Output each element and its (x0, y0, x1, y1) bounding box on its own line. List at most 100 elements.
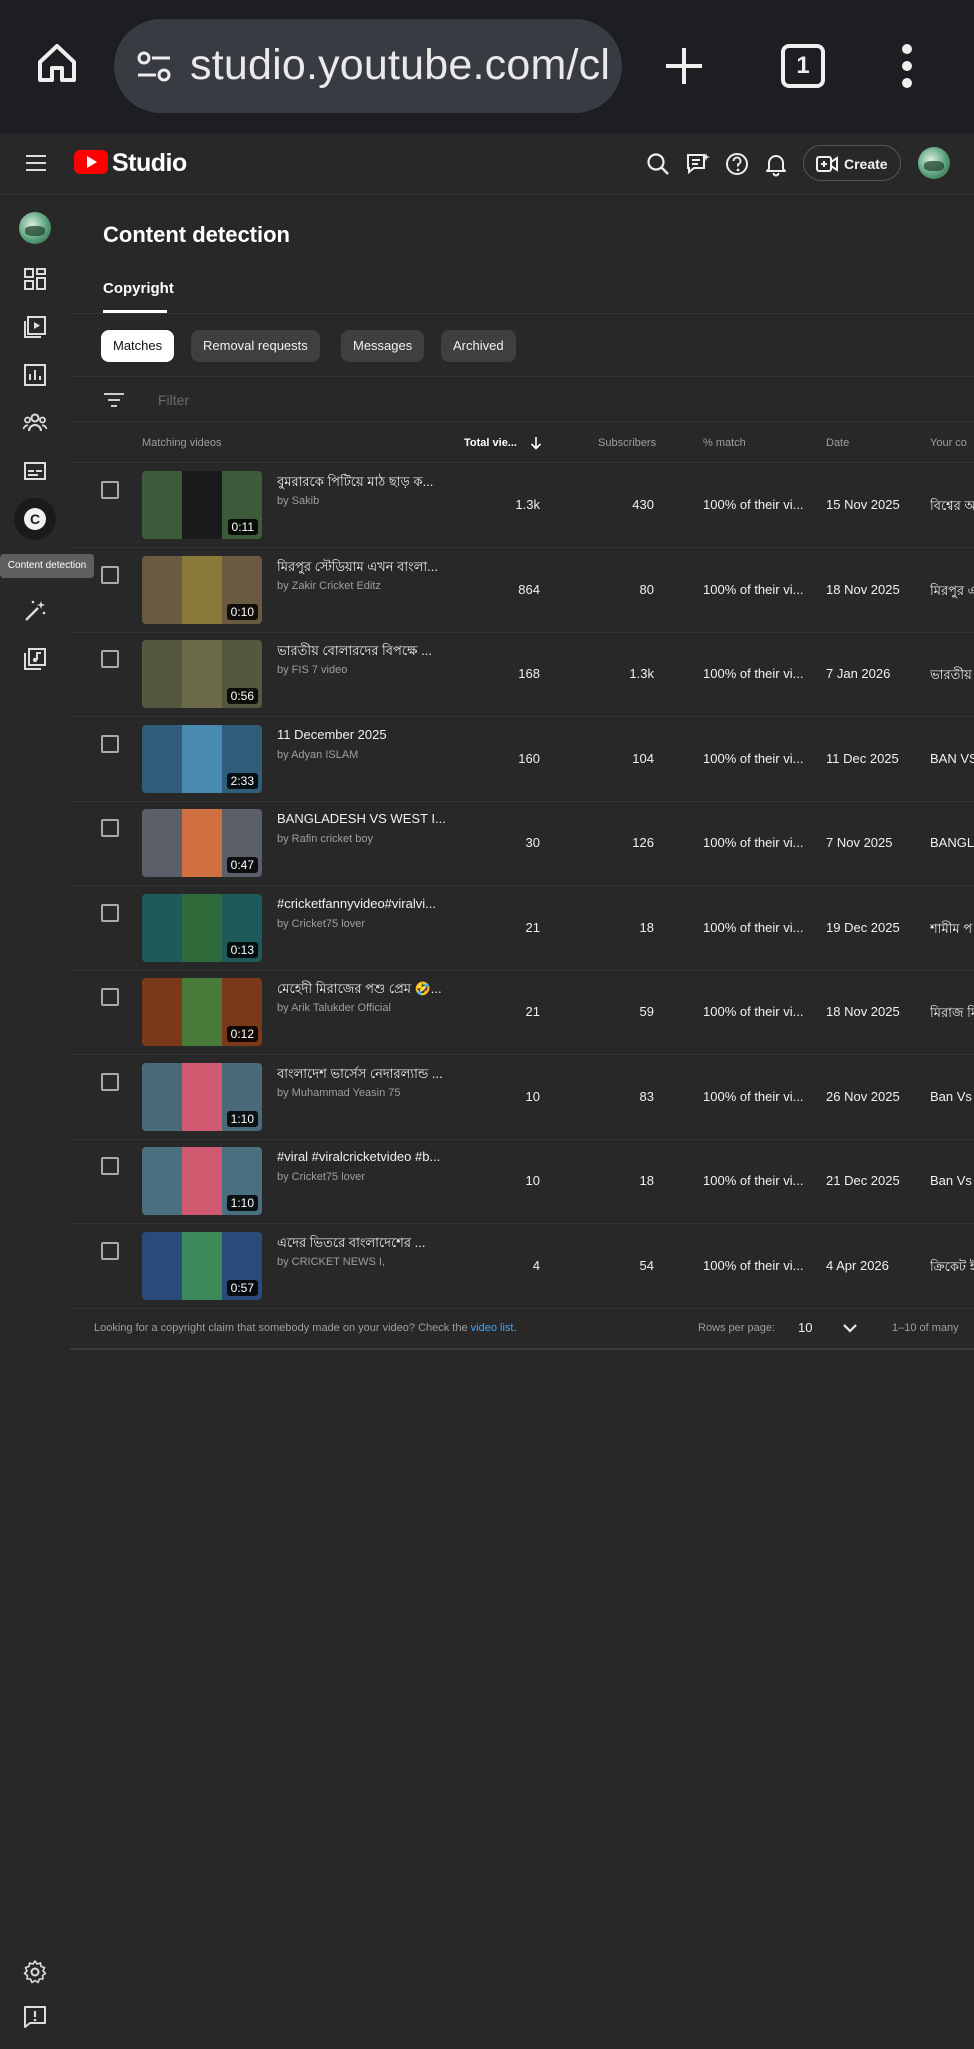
content-icon[interactable] (22, 314, 48, 340)
chip-messages[interactable]: Messages (341, 330, 425, 362)
row-checkbox[interactable] (101, 734, 119, 753)
account-avatar[interactable] (918, 147, 950, 179)
video-title[interactable]: 11 December 2025 (277, 727, 447, 742)
video-uploader: by Cricket75 lover (277, 1171, 366, 1183)
new-tab-icon[interactable] (660, 42, 708, 90)
row-checkbox[interactable] (101, 903, 119, 922)
table-row[interactable]: 2:33 11 December 2025 by Adyan ISLAM 160 104… (70, 718, 974, 802)
nav-tooltip: Content detection (0, 554, 94, 578)
match-percent: 100% of their vi... (703, 666, 804, 681)
video-thumbnail[interactable]: 0:57 (142, 1231, 262, 1300)
home-icon[interactable] (34, 40, 80, 86)
youtube-logo-icon[interactable] (74, 150, 108, 174)
chip-archived[interactable]: Archived (441, 330, 516, 362)
table-row[interactable]: 0:13 #cricketfannyvideo#viralvi... by Cric… (70, 887, 974, 971)
dashboard-icon[interactable] (22, 266, 48, 292)
chip-removal-requests[interactable]: Removal requests (191, 330, 320, 362)
video-thumbnail[interactable]: 0:13 (142, 893, 262, 962)
video-title[interactable]: মিরপুর স্টেডিয়াম এখন বাংলা... (277, 558, 447, 579)
col-total-views[interactable]: Total vie... (464, 437, 517, 449)
match-percent: 100% of their vi... (703, 1088, 804, 1104)
filter-input[interactable]: Filter (158, 392, 189, 408)
table-row[interactable]: 0:56 ভারতীয় বোলারদের বিপক্ষে ... by FIS 7… (70, 633, 974, 717)
video-uploader: by Arik Talukder Official (277, 1002, 391, 1014)
copyright-claim-hint: Looking for a copyright claim that someb… (94, 1322, 517, 1334)
match-percent: 100% of their vi... (703, 1257, 804, 1273)
row-checkbox[interactable] (101, 819, 119, 837)
your-content: বিশ্বের অ (930, 498, 974, 513)
thumbnail-frame (182, 1062, 222, 1131)
table-row[interactable]: 1:10 #viral #viralcricketvideo #b... by Cr… (70, 1140, 974, 1224)
more-menu-icon[interactable] (900, 44, 914, 88)
video-thumbnail[interactable]: 1:10 (142, 1147, 262, 1215)
video-thumbnail[interactable]: 0:12 (142, 978, 262, 1046)
subscribers: 1.3k (629, 666, 654, 681)
studio-header: Studio Create (0, 133, 974, 195)
video-title[interactable]: BANGLADESH VS WEST I... (277, 811, 447, 826)
video-thumbnail[interactable]: 1:10 (142, 1062, 262, 1131)
site-settings-icon[interactable] (134, 47, 174, 87)
video-thumbnail[interactable]: 2:33 (142, 724, 262, 793)
duration-badge: 0:57 (226, 1279, 258, 1296)
video-thumbnail[interactable]: 0:47 (142, 809, 262, 877)
analytics-icon[interactable] (22, 362, 48, 388)
sort-down-arrow-icon[interactable] (530, 436, 542, 450)
table-row[interactable]: 0:57 এদের ভিতরে বাংলাদেশের ... by CRICKET … (70, 1225, 974, 1309)
video-title[interactable]: #cricketfannyvideo#viralvi... (277, 896, 447, 911)
copyright-nav-item[interactable]: C (14, 498, 56, 540)
duration-badge: 1:10 (226, 1110, 258, 1127)
create-button[interactable]: Create (803, 145, 901, 181)
table-row[interactable]: 0:12 মেহেদী মিরাজের পশু প্রেম 🤣... by Arik… (70, 971, 974, 1055)
col-subscribers: Subscribers (598, 437, 657, 449)
video-title[interactable]: ভারতীয় বোলারদের বিপক্ষে ... (277, 642, 447, 663)
tab-copyright[interactable]: Copyright (103, 280, 174, 297)
settings-gear-icon[interactable] (22, 1959, 48, 1985)
rows-per-page-select[interactable]: 10 (798, 1320, 812, 1335)
thumbnail-frame (182, 555, 222, 624)
video-title[interactable]: মেহেদী মিরাজের পশু প্রেম 🤣... (277, 980, 447, 1001)
send-feedback-icon[interactable] (22, 2004, 48, 2030)
video-list-link[interactable]: video list (471, 1322, 514, 1334)
feedback-icon[interactable] (685, 151, 711, 177)
video-title[interactable]: বুমরারকে পিটিয়ে মাঠ ছাড় ক... (277, 473, 447, 494)
studio-logo-text[interactable]: Studio (112, 149, 187, 178)
video-title[interactable]: #viral #viralcricketvideo #b... (277, 1149, 447, 1164)
row-checkbox[interactable] (101, 565, 119, 584)
duration-badge: 2:33 (226, 772, 258, 789)
row-checkbox[interactable] (101, 1157, 119, 1175)
table-row[interactable]: 0:47 BANGLADESH VS WEST I... by Rafin cric… (70, 802, 974, 886)
video-title[interactable]: বাংলাদেশ ভার্সেস নেদারল্যান্ড ... (277, 1065, 447, 1086)
channel-avatar[interactable] (19, 212, 51, 244)
duration-badge: 0:47 (226, 857, 258, 873)
table-row[interactable]: 0:11 বুমরারকে পিটিয়ে মাঠ ছাড় ক... by Sak… (70, 464, 974, 548)
match-date: 7 Jan 2026 (826, 666, 891, 681)
table-row[interactable]: 1:10 বাংলাদেশ ভার্সেস নেদারল্যান্ড ... by … (70, 1056, 974, 1140)
video-uploader: by Sakib (277, 495, 320, 507)
video-thumbnail[interactable]: 0:11 (142, 471, 262, 539)
url-text: studio.youtube.com/cl (190, 41, 611, 89)
video-thumbnail[interactable]: 0:56 (142, 640, 262, 708)
row-checkbox[interactable] (101, 650, 119, 668)
row-checkbox[interactable] (101, 988, 119, 1006)
row-checkbox[interactable] (101, 1072, 119, 1091)
chip-matches[interactable]: Matches (101, 330, 175, 362)
filter-icon[interactable] (104, 393, 124, 407)
row-checkbox[interactable] (101, 1241, 119, 1260)
audio-library-icon[interactable] (22, 646, 48, 672)
notifications-bell-icon[interactable] (763, 151, 789, 177)
row-checkbox[interactable] (101, 481, 119, 499)
video-title[interactable]: এদের ভিতরে বাংলাদেশের ... (277, 1234, 447, 1255)
chevron-down-icon[interactable] (842, 1322, 858, 1334)
customization-wand-icon[interactable] (22, 598, 48, 624)
video-thumbnail[interactable]: 0:10 (142, 555, 262, 624)
menu-icon[interactable] (26, 155, 46, 173)
help-icon[interactable] (724, 151, 750, 177)
subtitles-icon[interactable] (22, 458, 48, 484)
tab-switcher-button[interactable]: 1 (781, 44, 825, 88)
search-icon[interactable] (645, 151, 671, 177)
filter-bar[interactable]: Filter (70, 376, 974, 422)
address-bar[interactable]: studio.youtube.com/cl (114, 19, 622, 113)
total-views: 30 (525, 835, 540, 850)
community-icon[interactable] (22, 410, 48, 436)
table-row[interactable]: 0:10 মিরপুর স্টেডিয়াম এখন বাংলা... by Zak… (70, 549, 974, 633)
